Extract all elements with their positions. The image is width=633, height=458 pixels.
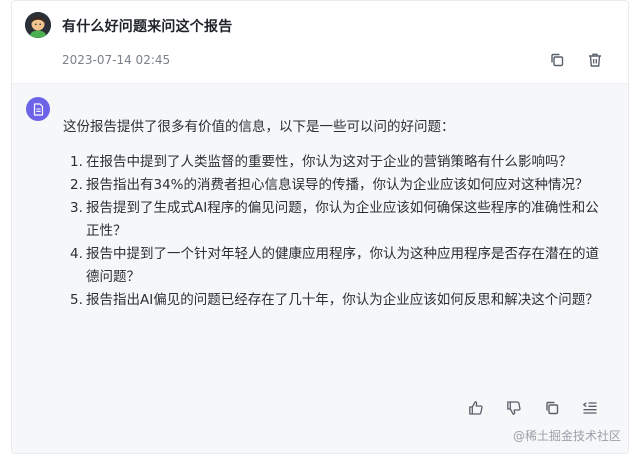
- copy-icon: [546, 401, 559, 415]
- list-item-text: 报告指出AI偏见的问题已经存在了几十年，你认为企业应该如何反思和解决这个问题？: [86, 292, 599, 308]
- list-item-number: 3.: [70, 200, 83, 216]
- answer-intro: 这份报告提供了很多有价值的信息，以下是一些可以问的好问题：: [63, 119, 455, 135]
- list-item-number: 5.: [70, 292, 83, 308]
- dislike-button[interactable]: [505, 399, 523, 417]
- list-item: 2. 报告指出有34%的消费者担心信息误导的传播，你认为企业应该如何应对这种情况…: [70, 174, 600, 197]
- question-actions: [548, 51, 604, 69]
- collapse-list-button[interactable]: [581, 399, 599, 417]
- like-button[interactable]: [467, 399, 485, 417]
- list-item-text: 报告提到了生成式AI程序的偏见问题，你认为企业应该如何确保这些程序的准确性和公正…: [86, 200, 599, 239]
- question-timestamp: 2023-07-14 02:45: [62, 53, 171, 67]
- document-icon: [33, 102, 43, 116]
- user-avatar-icon: [25, 12, 51, 38]
- list-item-text: 在报告中提到了人类监督的重要性，你认为这对于企业的营销策略有什么影响吗？: [86, 154, 572, 170]
- answer-list: 1. 在报告中提到了人类监督的重要性，你认为这对于企业的营销策略有什么影响吗？ …: [70, 151, 600, 312]
- question-title: 有什么好问题来问这个报告: [62, 19, 233, 35]
- copy-answer-button[interactable]: [543, 399, 561, 417]
- list-item: 3. 报告提到了生成式AI程序的偏见问题，你认为企业应该如何确保这些程序的准确性…: [70, 197, 600, 243]
- list-item-text: 报告指出有34%的消费者担心信息误导的传播，你认为企业应该如何应对这种情况？: [86, 177, 589, 193]
- list-item: 5. 报告指出AI偏见的问题已经存在了几十年，你认为企业应该如何反思和解决这个问…: [70, 289, 600, 312]
- thumbs-down-icon: [507, 401, 521, 415]
- list-item: 1. 在报告中提到了人类监督的重要性，你认为这对于企业的营销策略有什么影响吗？: [70, 151, 600, 174]
- chat-card: 有什么好问题来问这个报告 2023-07-14 02:45 这份报告提供了很多有…: [11, 0, 629, 454]
- watermark: @稀土掘金技术社区: [513, 427, 621, 444]
- watermark-text: @稀土掘金技术社区: [512, 429, 621, 443]
- answer-block: 这份报告提供了很多有价值的信息，以下是一些可以问的好问题： 1. 在报告中提到了…: [12, 84, 628, 453]
- list-item: 4. 报告中提到了一个针对年轻人的健康应用程序，你认为这种应用程序是否存在潜在的…: [70, 243, 600, 289]
- user-avatar: [25, 12, 51, 38]
- answer-actions: [467, 399, 599, 417]
- list-item-number: 2.: [70, 177, 83, 193]
- trash-icon: [589, 53, 601, 67]
- copy-button[interactable]: [548, 51, 566, 69]
- thumbs-up-icon: [469, 401, 483, 415]
- list-item-text: 报告中提到了一个针对年轻人的健康应用程序，你认为这种应用程序是否存在潜在的道德问…: [86, 246, 599, 285]
- delete-button[interactable]: [586, 51, 604, 69]
- collapse-list-icon: [582, 402, 597, 414]
- list-item-number: 1.: [70, 154, 83, 170]
- question-block: 有什么好问题来问这个报告 2023-07-14 02:45: [12, 1, 628, 84]
- list-item-number: 4.: [70, 246, 83, 262]
- bot-avatar: [26, 97, 50, 121]
- copy-icon: [551, 53, 564, 67]
